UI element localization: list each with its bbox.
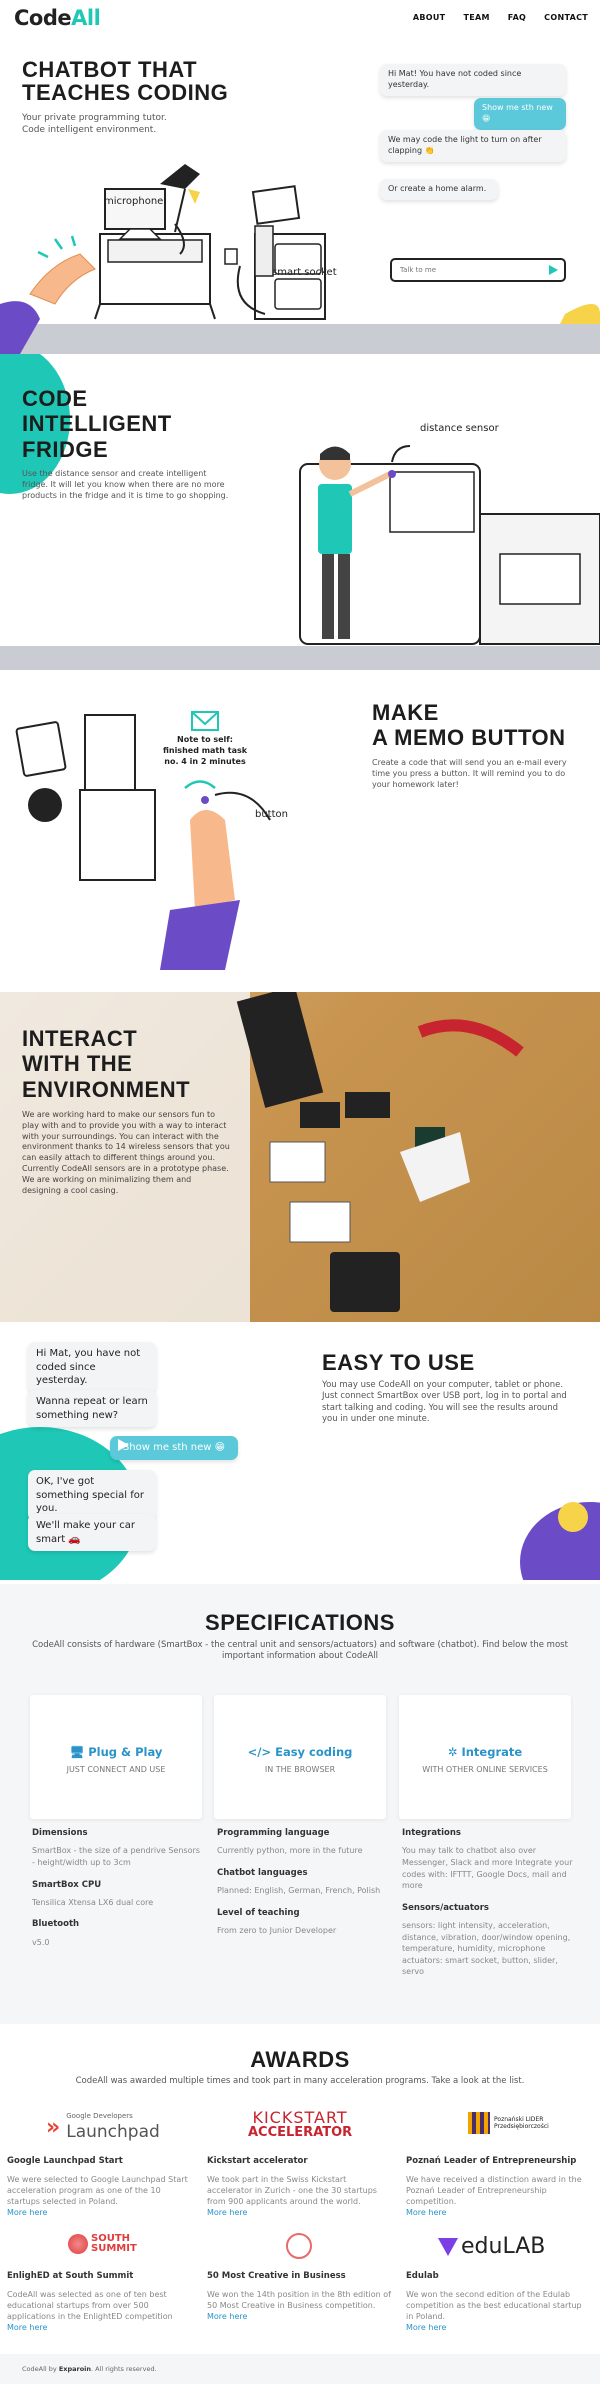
awards-intro: CodeAll was awarded multiple times and t… [75, 2076, 525, 2086]
award-kickstart: Kickstart accelerator We took part in th… [207, 2156, 392, 2219]
nav-link-team[interactable]: TEAM [463, 13, 489, 24]
send-icon[interactable] [549, 265, 558, 275]
more-here-link[interactable]: More here [207, 2311, 392, 2322]
more-here-link[interactable]: More here [207, 2207, 392, 2218]
award-poznan-leader: Poznań Leader of Entrepreneurship We hav… [406, 2156, 591, 2219]
launchpad-logo: » Google Developers Launchpad [46, 2112, 160, 2143]
more-here-link[interactable]: More here [406, 2207, 591, 2218]
label-button: button [255, 809, 288, 820]
footer: CodeAll by Exparoin. All rights reserved… [0, 2354, 600, 2384]
desk-illustration [0, 164, 600, 354]
more-here-link[interactable]: More here [7, 2322, 192, 2333]
fridge-section: CODE INTELLIGENT FRIDGE Use the distance s… [0, 354, 600, 670]
memo-section: Note to self: finished math task no. 4 i… [0, 670, 600, 992]
award-most-creative: 50 Most Creative in Business We won the … [207, 2271, 392, 2322]
yellow-dot [558, 1502, 588, 1532]
award-google-launchpad: Google Launchpad Start We were selected … [7, 2156, 192, 2219]
chat-text-input[interactable] [400, 266, 540, 274]
hero-section: CHATBOT THAT TEACHES CODING Your private … [0, 36, 600, 354]
kickstart-logo: KICKSTART ACCELERATOR [248, 2108, 353, 2140]
poznan-grid-icon [468, 2112, 490, 2134]
specs-intro: CodeAll consists of hardware (SmartBox -… [32, 1640, 568, 1662]
easy-section: Hi Mat, you have not coded since yesterd… [0, 1322, 600, 1580]
floor-bar [0, 324, 600, 354]
spec-column-hardware: Dimensions SmartBox - the size of a pend… [32, 1828, 200, 1947]
monitor-icon: 🖥 [69, 1745, 89, 1759]
label-distance-sensor: distance sensor [420, 423, 499, 434]
chat-input[interactable] [390, 258, 566, 282]
footer-brand-link[interactable]: Exparoin [59, 2365, 91, 2373]
chat-bubble-bot: Hi Mat! You have not coded since yesterd… [380, 64, 566, 96]
chat-bubble-bot: We may code the light to turn on after c… [380, 130, 566, 162]
summit-burst-icon [68, 2234, 88, 2254]
play-icon[interactable] [118, 1439, 129, 1451]
chat-bubble-bot: OK, I've got something special for you. [28, 1470, 156, 1521]
award-south-summit: EnlighED at South Summit CodeAll was sel… [7, 2271, 192, 2334]
spec-card-integrate: ✲ Integrate WITH OTHER ONLINE SERVICES [399, 1695, 571, 1819]
poznan-leader-logo: Poznański LIDER Przedsiębiorczości [468, 2112, 549, 2134]
more-here-link[interactable]: More here [406, 2322, 591, 2333]
nav-link-contact[interactable]: CONTACT [544, 13, 588, 24]
edulab-logo: eduLAB [438, 2232, 545, 2262]
memo-illustration [15, 711, 271, 970]
spec-column-software: Programming language Currently python, m… [217, 1828, 381, 1936]
nav-link-faq[interactable]: FAQ [508, 13, 526, 24]
chat-bubble-user: Show me sth new 😁 [110, 1436, 238, 1460]
codeall-logo[interactable]: CodeAll [14, 4, 101, 32]
nav-link-about[interactable]: ABOUT [413, 13, 446, 24]
chat-bubble-bot: Or create a home alarm. [380, 179, 498, 200]
spec-card-plug-play: 🖥 Plug & Play JUST CONNECT AND USE [30, 1695, 202, 1819]
hero-subtitle: Your private programming tutor. Code inte… [22, 113, 167, 136]
sensor-arrow [391, 445, 411, 463]
spec-column-integrations: Integrations You may talk to chatbot als… [402, 1828, 573, 1977]
specs-title: SPECIFICATIONS [205, 1610, 395, 1635]
most-creative-logo [286, 2233, 312, 2259]
edulab-triangle-icon [438, 2237, 458, 2256]
memo-note: Note to self: finished math task no. 4 i… [162, 735, 248, 766]
launchpad-chevron-icon: » [46, 2115, 61, 2141]
fridge-illustration [0, 445, 600, 670]
label-microphone: microphone [104, 196, 164, 207]
south-summit-logo: SOUTH SUMMIT [68, 2234, 137, 2254]
top-navbar: CodeAll ABOUT TEAM FAQ CONTACT [0, 0, 600, 36]
interact-text: We are working hard to make our sensors … [22, 1110, 230, 1195]
yellow-blob [560, 304, 600, 324]
chat-bubble-bot: Wanna repeat or learn something new? [28, 1390, 156, 1427]
chat-bubble-user: Show me sth new 😁 [474, 98, 566, 130]
easy-text: You may use CodeAll on your computer, ta… [322, 1380, 567, 1425]
chat-bubble-bot: We'll make your car smart 🚗 [28, 1514, 156, 1551]
awards-title: AWARDS [250, 2047, 350, 2072]
nav-links: ABOUT TEAM FAQ CONTACT [413, 13, 588, 24]
interact-title: INTERACT WITH THE ENVIRONMENT [22, 1026, 191, 1102]
puzzle-icon: ✲ [447, 1745, 462, 1759]
hero-title: CHATBOT THAT TEACHES CODING [22, 57, 229, 106]
purple-blob [160, 900, 240, 970]
floor-bar [0, 646, 600, 670]
memo-title: MAKE A MEMO BUTTON [372, 700, 566, 751]
label-smart-socket: smart socket [272, 267, 337, 278]
code-icon: </> [247, 1745, 276, 1759]
memo-text: Create a code that will send you an e-ma… [372, 758, 567, 789]
more-here-link[interactable]: More here [7, 2207, 192, 2218]
chat-bubble-bot: Hi Mat, you have not coded since yesterd… [28, 1342, 156, 1393]
award-edulab: Edulab We won the second edition of the … [406, 2271, 591, 2334]
spec-card-easy-coding: </> Easy coding IN THE BROWSER [214, 1695, 386, 1819]
interact-section: INTERACT WITH THE ENVIRONMENT We are worki… [0, 992, 600, 1322]
easy-title: EASY TO USE [322, 1350, 475, 1375]
